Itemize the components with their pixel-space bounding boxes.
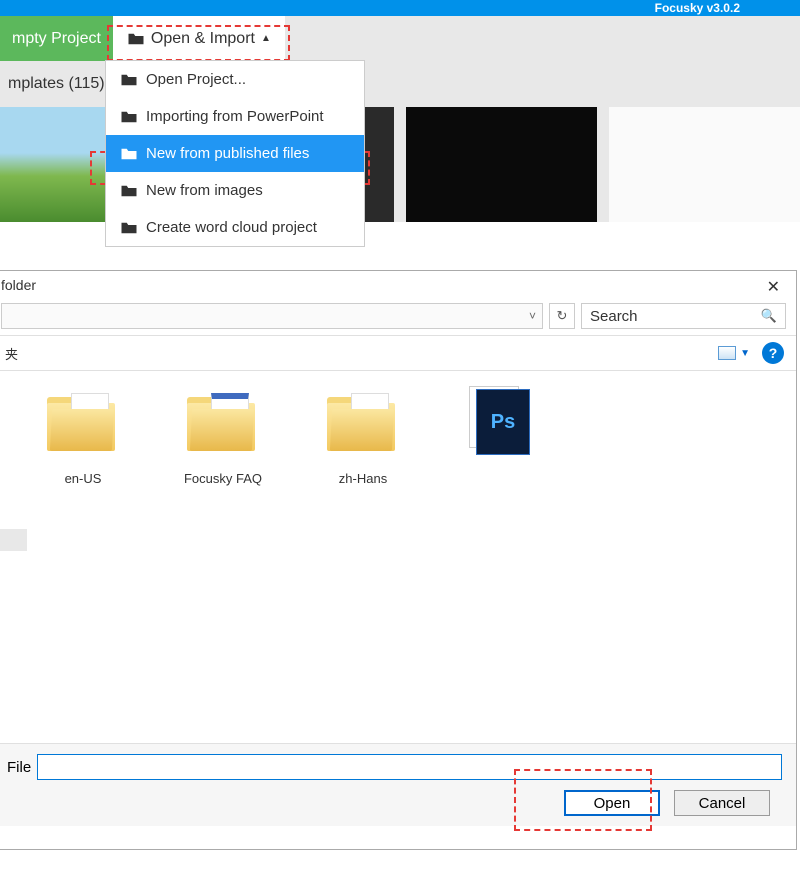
folder-icon <box>120 73 138 87</box>
file-item-label: en-US <box>33 471 133 486</box>
refresh-button[interactable]: ↻ <box>549 303 575 329</box>
templates-label-text: mplates (115) <box>8 75 105 92</box>
file-item-label: zh-Hans <box>313 471 413 486</box>
open-import-label: Open & Import <box>151 30 255 48</box>
dialog-toolbar-right: ▼ ? <box>718 342 784 364</box>
folder-thumb-icon <box>322 393 404 463</box>
main-toolbar: mpty Project Open & Import ▲ <box>0 16 800 61</box>
view-icon <box>718 346 736 360</box>
search-input[interactable]: Search 🔍 <box>581 303 786 329</box>
help-button[interactable]: ? <box>762 342 784 364</box>
file-item-folder[interactable]: en-US <box>33 387 133 486</box>
menu-new-from-images[interactable]: New from images <box>106 172 364 209</box>
menu-label: Importing from PowerPoint <box>146 108 324 125</box>
cancel-button[interactable]: Cancel <box>674 790 770 816</box>
file-browser-dialog: folder ✕ ˅ ↻ Search 🔍 夹 ▼ ? <box>0 270 797 850</box>
help-icon: ? <box>769 345 778 361</box>
folder-icon <box>120 184 138 198</box>
close-icon[interactable]: ✕ <box>761 277 786 297</box>
dialog-bottom-panel: File Open Cancel <box>0 743 796 826</box>
file-item-doc[interactable]: Focusky FAQ <box>173 387 273 486</box>
folder-icon <box>120 110 138 124</box>
folder-thumb-icon <box>42 393 124 463</box>
open-import-wrap: Open & Import ▲ <box>113 16 285 61</box>
file-list-area[interactable]: en-US Focusky FAQ zh-Hans Ps <box>0 371 796 743</box>
app-title-text: Focusky v3.0.2 <box>655 1 740 15</box>
organize-label[interactable]: 夹 <box>5 344 18 363</box>
open-import-button[interactable]: Open & Import ▲ <box>113 16 285 61</box>
file-item-label: Focusky FAQ <box>173 471 273 486</box>
template-thumb[interactable] <box>609 107 800 222</box>
view-mode-dropdown[interactable]: ▼ <box>718 346 750 360</box>
file-item-ps[interactable]: Ps <box>453 387 553 467</box>
search-icon: 🔍 <box>761 308 777 324</box>
open-button[interactable]: Open <box>564 790 660 816</box>
path-breadcrumb[interactable]: ˅ <box>1 303 543 329</box>
menu-import-ppt[interactable]: Importing from PowerPoint <box>106 98 364 135</box>
dialog-toolbar: 夹 ▼ ? <box>0 335 796 371</box>
doc-thumb-icon <box>182 393 264 463</box>
file-item-folder[interactable]: zh-Hans <box>313 387 413 486</box>
menu-new-from-published[interactable]: New from published files <box>106 135 364 172</box>
path-caret-icon: ˅ <box>529 309 536 323</box>
refresh-icon: ↻ <box>557 308 568 324</box>
app-titlebar: Focusky v3.0.2 <box>0 0 800 16</box>
menu-label: New from images <box>146 182 263 199</box>
new-empty-project-label: mpty Project <box>12 30 101 48</box>
dialog-nav-row: ˅ ↻ Search 🔍 <box>0 299 796 335</box>
menu-open-project[interactable]: Open Project... <box>106 61 364 98</box>
menu-label: Create word cloud project <box>146 219 317 236</box>
folder-icon <box>127 32 145 46</box>
template-thumb[interactable] <box>406 107 597 222</box>
sidebar-stub <box>0 529 27 551</box>
filename-row: File <box>7 754 782 780</box>
filename-input[interactable] <box>37 754 782 780</box>
folder-icon <box>120 221 138 235</box>
folder-icon <box>120 147 138 161</box>
caret-up-icon: ▲ <box>261 33 271 44</box>
chevron-down-icon: ▼ <box>740 348 750 359</box>
search-placeholder-text: Search <box>590 308 638 325</box>
open-import-dropdown: Open Project... Importing from PowerPoin… <box>105 60 365 247</box>
ps-thumb-icon: Ps <box>462 389 544 459</box>
menu-word-cloud[interactable]: Create word cloud project <box>106 209 364 246</box>
menu-label: New from published files <box>146 145 309 162</box>
dialog-title-text: folder <box>1 277 36 297</box>
filename-label: File <box>7 759 31 776</box>
dialog-titlebar: folder ✕ <box>0 271 796 299</box>
new-empty-project-button[interactable]: mpty Project <box>0 16 113 61</box>
dialog-button-row: Open Cancel <box>7 790 782 816</box>
menu-label: Open Project... <box>146 71 246 88</box>
